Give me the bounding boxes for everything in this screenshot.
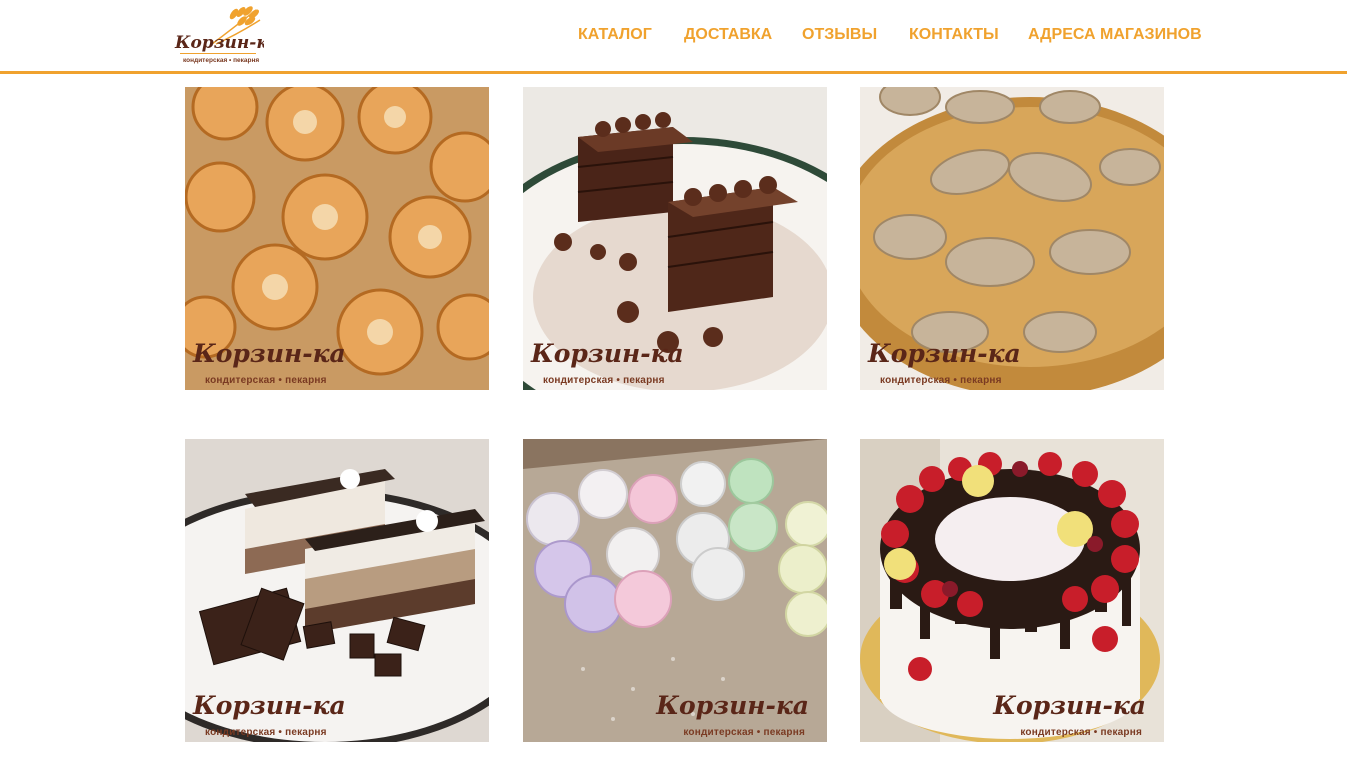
- site-header: Корзин-ка кондитерская • пекарня КАТАЛОГ…: [0, 0, 1347, 74]
- gallery-watermark: Корзин-ка кондитерская • пекарня: [185, 672, 346, 742]
- gallery-watermark: Корзин-ка кондитерская • пекарня: [185, 320, 346, 390]
- gallery-item-eclair-rings[interactable]: Корзин-ка кондитерская • пекарня: [185, 87, 489, 390]
- gallery-watermark: Корзин-ка кондитерская • пекарня: [993, 672, 1164, 742]
- watermark-title: Корзин-ка: [656, 691, 809, 720]
- nav-contacts[interactable]: КОНТАКТЫ: [909, 25, 999, 45]
- gallery-item-meringue-roses[interactable]: Корзин-ка кондитерская • пекарня: [523, 439, 827, 742]
- watermark-subtitle: кондитерская • пекарня: [880, 375, 1002, 386]
- watermark-title: Корзин-ка: [193, 339, 346, 368]
- gallery-watermark: Корзин-ка кондитерская • пекарня: [860, 320, 1021, 390]
- watermark-title: Корзин-ка: [993, 691, 1146, 720]
- gallery-item-pie[interactable]: Корзин-ка кондитерская • пекарня: [860, 87, 1164, 390]
- watermark-subtitle: кондитерская • пекарня: [1020, 727, 1142, 738]
- watermark-title: Корзин-ка: [868, 339, 1021, 368]
- nav-delivery[interactable]: ДОСТАВКА: [684, 25, 772, 45]
- gallery-item-strawberry-cake[interactable]: Корзин-ка кондитерская • пекарня: [860, 439, 1164, 742]
- watermark-subtitle: кондитерская • пекарня: [205, 375, 327, 386]
- watermark-subtitle: кондитерская • пекарня: [205, 727, 327, 738]
- gallery-item-mousse-cake[interactable]: Корзин-ка кондитерская • пекарня: [185, 439, 489, 742]
- nav-catalog[interactable]: КАТАЛОГ: [578, 25, 652, 45]
- nav-reviews[interactable]: ОТЗЫВЫ: [802, 25, 877, 45]
- watermark-subtitle: кондитерская • пекарня: [683, 727, 805, 738]
- watermark-title: Корзин-ка: [531, 339, 684, 368]
- watermark-title: Корзин-ка: [193, 691, 346, 720]
- logo-subtitle: кондитерская • пекарня: [183, 57, 259, 64]
- main-nav: КАТАЛОГ ДОСТАВКА ОТЗЫВЫ КОНТАКТЫ АДРЕСА …: [0, 25, 1347, 45]
- gallery-item-chocolate-cake-slices[interactable]: Корзин-ка кондитерская • пекарня: [523, 87, 827, 390]
- watermark-subtitle: кондитерская • пекарня: [543, 375, 665, 386]
- gallery-watermark: Корзин-ка кондитерская • пекарня: [656, 672, 827, 742]
- nav-store-addresses[interactable]: АДРЕСА МАГАЗИНОВ: [1028, 25, 1202, 45]
- gallery-watermark: Корзин-ка кондитерская • пекарня: [523, 320, 684, 390]
